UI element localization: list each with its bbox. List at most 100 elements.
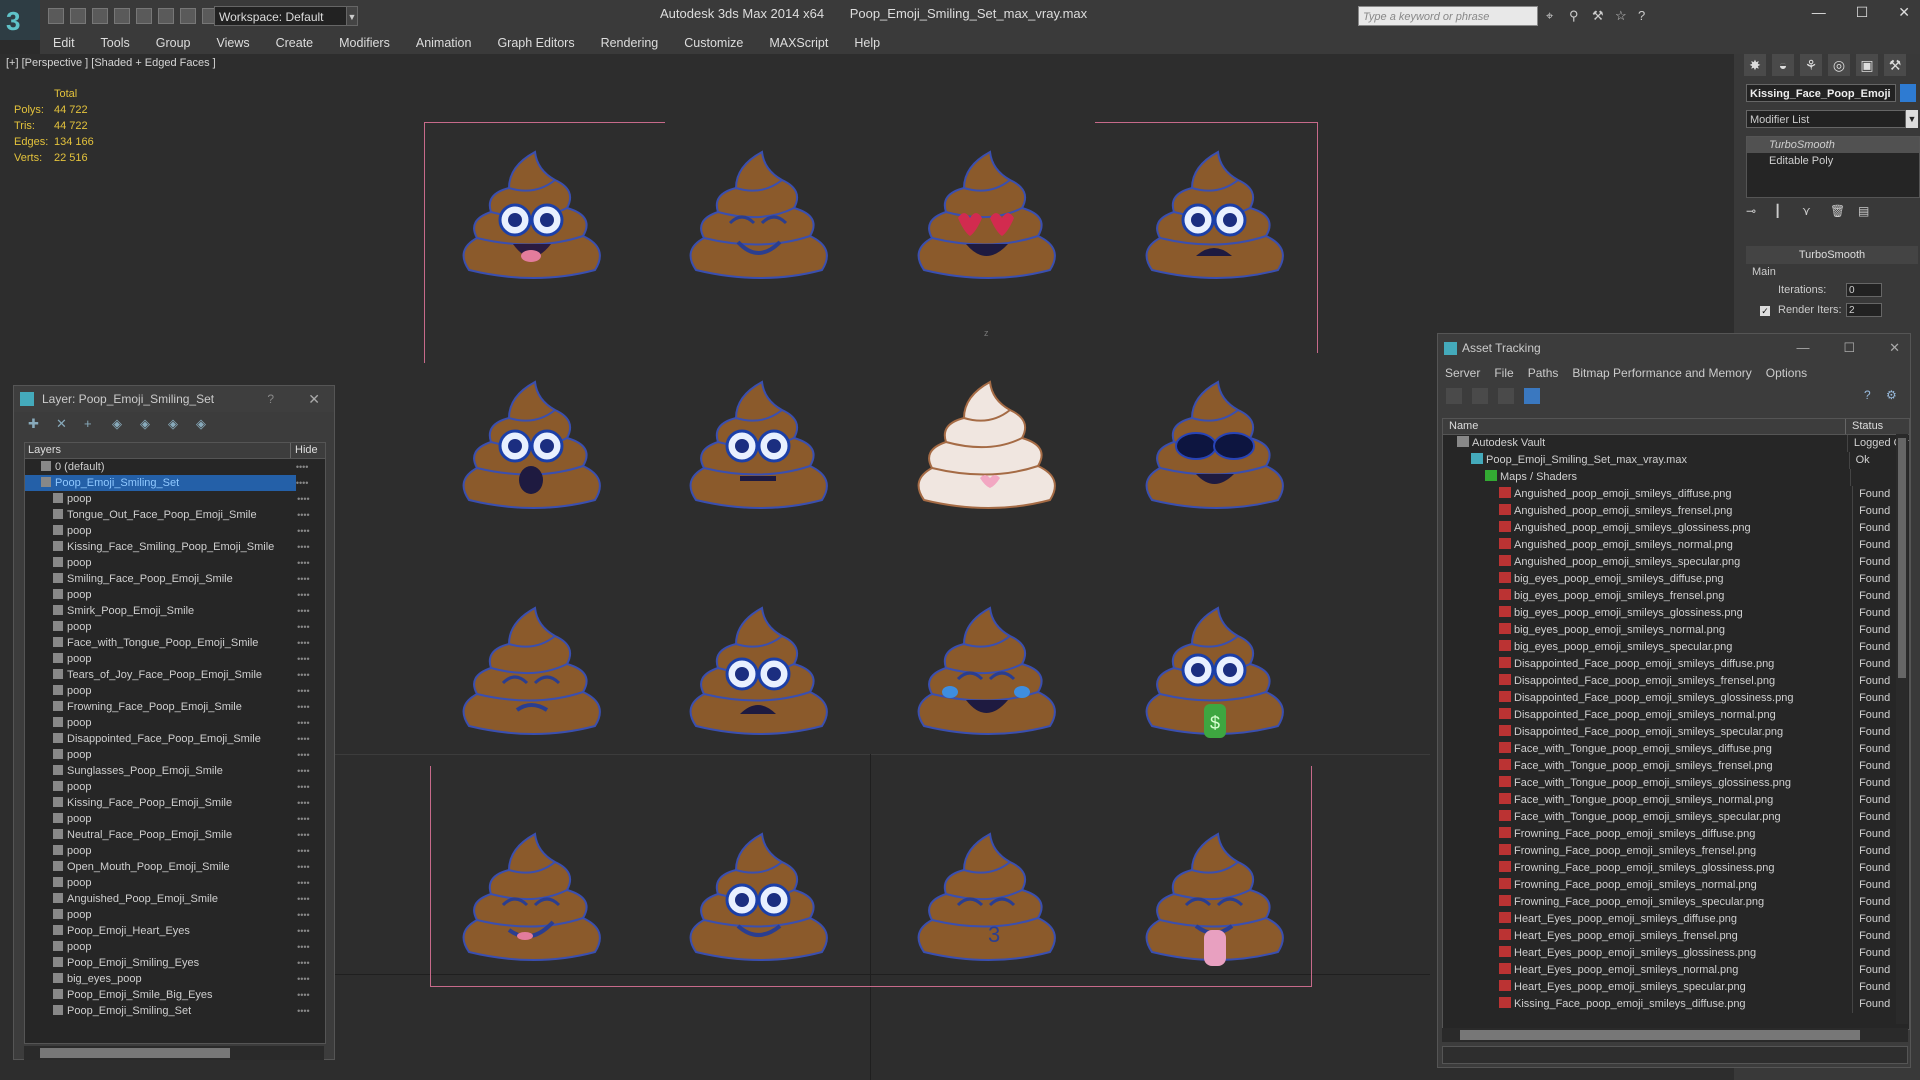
asset-menu-item[interactable]: Bitmap Performance and Memory	[1565, 362, 1758, 384]
maximize-icon[interactable]: ☐	[1843, 334, 1855, 362]
open-file-icon[interactable]	[70, 8, 86, 24]
asset-row[interactable]: Poop_Emoji_Smiling_Set_max_vray.max Ok	[1443, 452, 1909, 469]
asset-row[interactable]: Heart_Eyes_poop_emoji_smileys_normal.png…	[1443, 962, 1909, 979]
chevron-down-icon[interactable]: ▼	[346, 6, 358, 26]
help-search-input[interactable]: Type a keyword or phrase	[1358, 6, 1538, 26]
menu-item[interactable]: Help	[841, 32, 893, 54]
layer-row[interactable]: Smiling_Face_Poop_Emoji_Smile ••••	[25, 571, 325, 587]
emoji-disappointed[interactable]	[455, 596, 615, 746]
asset-row[interactable]: Anguished_poop_emoji_smileys_diffuse.png…	[1443, 486, 1909, 503]
asset-row[interactable]: Frowning_Face_poop_emoji_smileys_frensel…	[1443, 843, 1909, 860]
scrollbar-thumb[interactable]	[1460, 1030, 1860, 1040]
hide-toggle-icon[interactable]: ••••	[297, 715, 325, 731]
settings-gear-icon[interactable]: ⚙	[1886, 388, 1902, 404]
configure-sets-icon[interactable]: ▤	[1858, 204, 1874, 220]
layer-row[interactable]: poop ••••	[25, 907, 325, 923]
hide-toggle-icon[interactable]: ••••	[297, 571, 325, 587]
name-column-header[interactable]: Name	[1443, 419, 1846, 434]
emoji-smirk[interactable]	[455, 822, 615, 972]
asset-row[interactable]: Disappointed_Face_poop_emoji_smileys_dif…	[1443, 656, 1909, 673]
menu-item[interactable]: Tools	[88, 32, 143, 54]
layer-row[interactable]: 0 (default) ••••	[25, 459, 325, 475]
refresh-icon[interactable]	[1446, 388, 1462, 404]
asset-row[interactable]: Disappointed_Face_poop_emoji_smileys_nor…	[1443, 707, 1909, 724]
object-name-field[interactable]: Kissing_Face_Poop_Emoji	[1746, 84, 1896, 102]
asset-row[interactable]: Disappointed_Face_poop_emoji_smileys_spe…	[1443, 724, 1909, 741]
app-logo-button[interactable]: 3	[0, 0, 40, 40]
layers-column-header[interactable]: Layers	[25, 443, 291, 458]
help-icon[interactable]: ?	[267, 386, 274, 412]
thumbnail-view-icon[interactable]	[1498, 388, 1514, 404]
menu-item[interactable]: Create	[263, 32, 327, 54]
turbosmooth-rollout[interactable]: TurboSmooth	[1746, 246, 1918, 264]
layer-horizontal-scrollbar[interactable]	[24, 1046, 324, 1060]
hide-toggle-icon[interactable]: ••••	[297, 875, 325, 891]
asset-row[interactable]: Face_with_Tongue_poop_emoji_smileys_fren…	[1443, 758, 1909, 775]
layer-row[interactable]: Kissing_Face_Poop_Emoji_Smile ••••	[25, 795, 325, 811]
emoji-neutral[interactable]	[682, 370, 842, 520]
emoji-heart-eyes[interactable]	[910, 140, 1070, 290]
layer-row[interactable]: Kissing_Face_Smiling_Poop_Emoji_Smile •••…	[25, 539, 325, 555]
redo-icon[interactable]	[158, 8, 174, 24]
layer-row[interactable]: Disappointed_Face_Poop_Emoji_Smile ••••	[25, 731, 325, 747]
hide-toggle-icon[interactable]: ••••	[297, 619, 325, 635]
emoji-tears-of-joy[interactable]	[910, 596, 1070, 746]
remove-modifier-icon[interactable]: 🗑	[1830, 204, 1846, 220]
table-view-icon[interactable]	[1524, 388, 1540, 404]
communication-icon[interactable]: ⚒	[1592, 9, 1606, 23]
menu-item[interactable]: Modifiers	[326, 32, 403, 54]
hide-column-header[interactable]: Hide	[291, 443, 318, 458]
layer-row[interactable]: poop ••••	[25, 747, 325, 763]
minimize-icon[interactable]: —	[1796, 334, 1809, 362]
hide-toggle-icon[interactable]: ••••	[297, 683, 325, 699]
layer-row[interactable]: poop ••••	[25, 811, 325, 827]
layer-row[interactable]: Anguished_Poop_Emoji_Smile ••••	[25, 891, 325, 907]
scrollbar-thumb[interactable]	[40, 1048, 230, 1058]
menu-item[interactable]: Animation	[403, 32, 485, 54]
asset-menu-item[interactable]: Paths	[1521, 362, 1566, 384]
create-tab-icon[interactable]: ✸	[1744, 54, 1766, 76]
workspace-select[interactable]: Workspace: Default	[214, 6, 348, 26]
asset-row[interactable]: Heart_Eyes_poop_emoji_smileys_frensel.pn…	[1443, 928, 1909, 945]
layer-row[interactable]: poop ••••	[25, 939, 325, 955]
highlight-layer-icon[interactable]: ◈	[140, 416, 156, 432]
hide-toggle-icon[interactable]: ••••	[297, 795, 325, 811]
asset-row[interactable]: Anguished_poop_emoji_smileys_normal.png F…	[1443, 537, 1909, 554]
asset-row[interactable]: Frowning_Face_poop_emoji_smileys_diffuse…	[1443, 826, 1909, 843]
layer-row[interactable]: Poop_Emoji_Smiling_Set ••••	[25, 475, 325, 491]
layer-row[interactable]: Open_Mouth_Poop_Emoji_Smile ••••	[25, 859, 325, 875]
list-view-icon[interactable]	[1472, 388, 1488, 404]
asset-row[interactable]: Face_with_Tongue_poop_emoji_smileys_glos…	[1443, 775, 1909, 792]
freeze-all-icon[interactable]: ◈	[196, 416, 212, 432]
emoji-big-eyes-tongue[interactable]	[455, 140, 615, 290]
layer-row[interactable]: poop ••••	[25, 715, 325, 731]
hide-toggle-icon[interactable]: ••••	[297, 827, 325, 843]
layer-row[interactable]: poop ••••	[25, 619, 325, 635]
asset-vertical-scrollbar[interactable]	[1896, 434, 1908, 1024]
minimize-icon[interactable]: —	[1812, 4, 1826, 21]
hierarchy-tab-icon[interactable]: ⚘	[1800, 54, 1822, 76]
asset-row[interactable]: big_eyes_poop_emoji_smileys_normal.png Fo…	[1443, 622, 1909, 639]
asset-row[interactable]: big_eyes_poop_emoji_smileys_frensel.png F…	[1443, 588, 1909, 605]
favorites-star-icon[interactable]: ☆	[1615, 9, 1629, 23]
hide-toggle-icon[interactable]: ••••	[297, 955, 325, 971]
stack-item-turbosmooth[interactable]: TurboSmooth	[1747, 137, 1919, 153]
asset-row[interactable]: Anguished_poop_emoji_smileys_frensel.png…	[1443, 503, 1909, 520]
hide-toggle-icon[interactable]: ••••	[297, 555, 325, 571]
binoculars-icon[interactable]: ⌖	[1546, 9, 1560, 23]
object-color-swatch[interactable]	[1900, 84, 1916, 102]
status-column-header[interactable]: Status	[1846, 419, 1883, 434]
hide-toggle-icon[interactable]: ••••	[297, 971, 325, 987]
hide-toggle-icon[interactable]: ••••	[296, 475, 325, 491]
hide-toggle-icon[interactable]: ••••	[297, 731, 325, 747]
help-icon[interactable]: ?	[1864, 388, 1880, 404]
render-iters-checkbox[interactable]: ✓	[1760, 306, 1770, 316]
viewport-label[interactable]: [+] [Perspective ] [Shaded + Edged Faces…	[6, 57, 216, 69]
delete-layer-icon[interactable]: ✕	[56, 416, 72, 432]
hide-toggle-icon[interactable]: ••••	[297, 491, 325, 507]
hide-toggle-icon[interactable]: ••••	[297, 843, 325, 859]
asset-row[interactable]: big_eyes_poop_emoji_smileys_glossiness.p…	[1443, 605, 1909, 622]
modify-tab-icon[interactable]: ◒	[1772, 54, 1794, 76]
hide-toggle-icon[interactable]: ••••	[297, 811, 325, 827]
menu-item[interactable]: MAXScript	[756, 32, 841, 54]
